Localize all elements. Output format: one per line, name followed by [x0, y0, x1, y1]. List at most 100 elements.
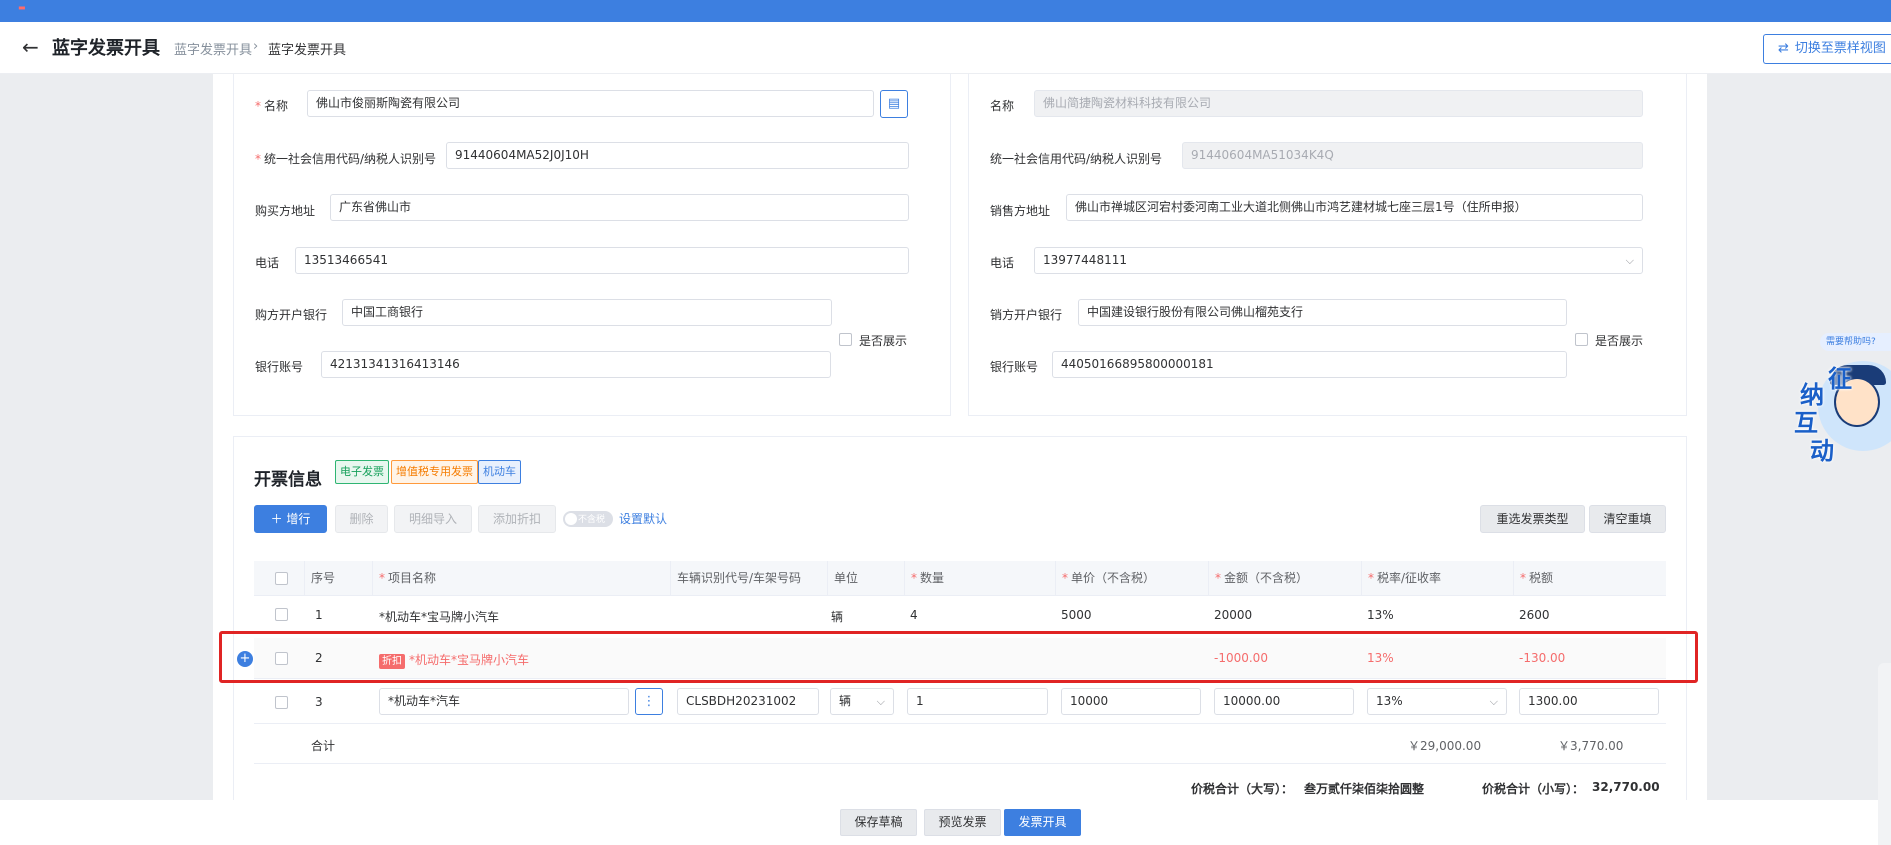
- seller-bank-input[interactable]: 中国建设银行股份有限公司佛山榴苑支行: [1078, 299, 1567, 326]
- preview-invoice-button[interactable]: 预览发票: [924, 809, 1001, 836]
- item-more-button[interactable]: ⋮: [635, 688, 663, 715]
- subtotal-row: 合计 ￥29,000.00 ￥3,770.00: [254, 724, 1666, 764]
- select-all-checkbox[interactable]: [275, 572, 288, 585]
- row-item-name-input[interactable]: *机动车*汽车: [379, 688, 629, 715]
- address-book-icon: ▤: [887, 96, 901, 111]
- buyer-show-checkbox[interactable]: [839, 333, 852, 346]
- clear-refill-button[interactable]: 清空重填: [1589, 505, 1666, 533]
- chevron-down-icon: ⌵: [1489, 695, 1498, 708]
- row-price: 5000: [1061, 608, 1092, 622]
- row-tax: 2600: [1519, 608, 1550, 622]
- row-checkbox[interactable]: [275, 608, 288, 621]
- buyer-address-label: 购买方地址: [255, 204, 316, 218]
- invoice-section-title: 开票信息: [254, 470, 322, 490]
- total-lower-label: 价税合计（小写）：: [1482, 782, 1585, 796]
- help-assistant[interactable]: 需要帮助吗? 征 纳 互 动: [1790, 333, 1891, 473]
- back-arrow-icon[interactable]: ←: [22, 35, 39, 59]
- chevron-down-icon: ⌵: [876, 695, 885, 708]
- col-vin: 车辆识别代号/车架号码: [670, 561, 827, 596]
- col-unit: 单位: [827, 561, 904, 596]
- buyer-name-input[interactable]: 佛山市俊丽斯陶瓷有限公司: [307, 90, 874, 117]
- row-checkbox[interactable]: [275, 696, 288, 709]
- save-draft-button[interactable]: 保存草稿: [840, 809, 917, 836]
- total-upper-label: 价税合计（大写）：: [1191, 782, 1294, 796]
- col-no: 序号: [304, 561, 364, 596]
- switch-icon: ⇄: [1778, 41, 1789, 56]
- seller-phone-value: 13977448111: [1043, 253, 1127, 267]
- breadcrumb-item-1[interactable]: 蓝字发票开具: [174, 39, 252, 58]
- table-row: 3 *机动车*汽车 ⋮ CLSBDH20231002 辆 ⌵ 1 10000 1…: [254, 682, 1666, 724]
- subtotal-tax: ￥3,770.00: [1558, 739, 1624, 753]
- total-upper-value: 叁万贰仟柒佰柒拾圆整: [1304, 782, 1425, 796]
- col-qty: * 数量: [904, 561, 1055, 596]
- tax-toggle[interactable]: 不含税: [563, 511, 613, 527]
- detail-import-button[interactable]: 明细导入: [394, 505, 472, 533]
- total-lower-value: 32,770.00: [1592, 780, 1660, 794]
- row-price-input[interactable]: 10000: [1061, 688, 1201, 715]
- seller-name-input: 佛山简捷陶瓷材料科技有限公司: [1034, 90, 1643, 117]
- seller-name-label: 名称: [990, 99, 1015, 113]
- row-unit-value: 辆: [839, 694, 852, 708]
- row-item-name: *机动车*宝马牌小汽车: [379, 610, 500, 624]
- add-row-button[interactable]: ＋ 增行: [254, 505, 327, 533]
- logo-icon: ▬: [18, 3, 26, 12]
- add-row-label: 增行: [286, 512, 311, 526]
- seller-address-label: 销售方地址: [990, 204, 1051, 218]
- seller-show-checkbox[interactable]: [1575, 333, 1588, 346]
- seller-phone-select[interactable]: 13977448111 ⌵: [1034, 247, 1643, 274]
- tag-motor-vehicle: 机动车: [478, 460, 521, 484]
- toggle-label: 不含税: [578, 515, 606, 525]
- buyer-phone-input[interactable]: 13513466541: [295, 247, 909, 274]
- buyer-address-input[interactable]: 广东省佛山市: [330, 194, 909, 221]
- reselect-type-button[interactable]: 重选发票类型: [1480, 505, 1585, 533]
- row-no: 1: [315, 608, 323, 622]
- buyer-tax-label: * 统一社会信用代码/纳税人识别号: [255, 152, 437, 166]
- help-bubble[interactable]: 需要帮助吗?: [1820, 333, 1891, 351]
- seller-show-label: 是否展示: [1595, 334, 1644, 348]
- row-rate: 13%: [1367, 608, 1394, 622]
- row-vin-input[interactable]: CLSBDH20231002: [677, 688, 819, 715]
- seller-account-input[interactable]: 44050166895800000181: [1052, 351, 1567, 378]
- buyer-bank-input[interactable]: 中国工商银行: [342, 299, 832, 326]
- buyer-show-label: 是否展示: [859, 334, 908, 348]
- toggle-knob: [565, 513, 577, 525]
- issue-invoice-button[interactable]: 发票开具: [1004, 809, 1081, 836]
- helper-char-4: 动: [1810, 437, 1834, 465]
- add-discount-button[interactable]: 添加折扣: [478, 505, 556, 533]
- buyer-lookup-button[interactable]: ▤: [880, 90, 908, 118]
- seller-address-input[interactable]: 佛山市禅城区河宕村委河南工业大道北侧佛山市鸿艺建材城七座三层1号（住所申报）: [1066, 194, 1643, 221]
- breadcrumb-item-2: 蓝字发票开具: [268, 43, 347, 58]
- row-amount-input[interactable]: 10000.00: [1214, 688, 1354, 715]
- subtotal-amount: ￥29,000.00: [1408, 739, 1482, 753]
- col-amount: * 金额（不含税）: [1208, 561, 1361, 596]
- col-tax: * 税额: [1513, 561, 1666, 596]
- tag-vat-special: 增值税专用发票: [391, 460, 478, 484]
- switch-view-label: 切换至票样视图: [1794, 41, 1886, 56]
- row-rate-select[interactable]: 13% ⌵: [1367, 688, 1507, 715]
- row-rate-value: 13%: [1376, 694, 1403, 708]
- row-unit-select[interactable]: 辆 ⌵: [830, 688, 894, 715]
- buyer-phone-label: 电话: [255, 256, 280, 270]
- table-row: 1 *机动车*宝马牌小汽车 辆 4 5000 20000 13% 2600: [254, 596, 1666, 634]
- chevron-down-icon: ⌵: [1625, 254, 1634, 267]
- top-bar: ▬: [0, 0, 1891, 22]
- set-default-link[interactable]: 设置默认: [619, 510, 667, 527]
- buyer-name-label: * 名称: [255, 99, 289, 113]
- side-scrollbar[interactable]: [1878, 663, 1891, 845]
- buyer-tax-input[interactable]: 91440604MA52J0J10H: [446, 142, 909, 169]
- plus-icon: ＋: [270, 512, 287, 526]
- helper-char-1: 征: [1828, 365, 1852, 393]
- seller-phone-label: 电话: [990, 256, 1015, 270]
- row-unit: 辆: [831, 610, 844, 624]
- breadcrumb-separator-icon: ›: [253, 39, 259, 54]
- row-amount: 20000: [1214, 608, 1253, 622]
- row-tax-input[interactable]: 1300.00: [1519, 688, 1659, 715]
- row-qty-input[interactable]: 1: [907, 688, 1048, 715]
- tag-electronic: 电子发票: [335, 460, 389, 484]
- page-header: ← 蓝字发票开具 蓝字发票开具 › 蓝字发票开具 ⇄ 切换至票样视图: [0, 22, 1891, 74]
- highlight-box: [219, 631, 1698, 683]
- buyer-account-input[interactable]: 42131341316413146: [321, 351, 831, 378]
- delete-button[interactable]: 删除: [335, 505, 388, 533]
- switch-view-button[interactable]: ⇄ 切换至票样视图: [1763, 34, 1891, 64]
- col-item-name: * 项目名称: [372, 561, 670, 596]
